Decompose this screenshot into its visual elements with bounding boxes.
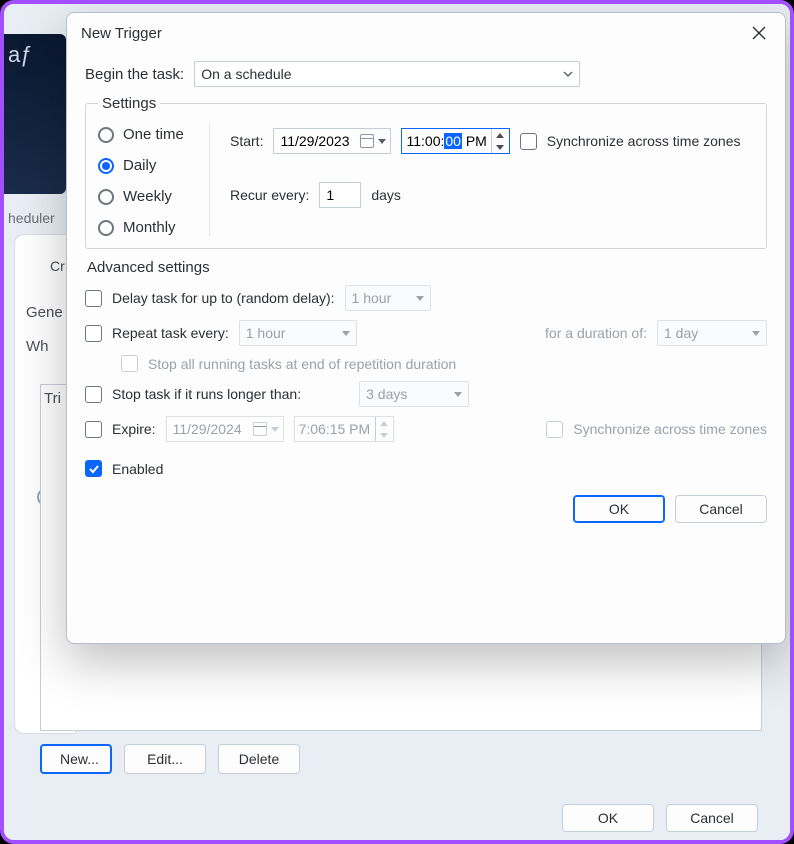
check-icon (88, 463, 100, 475)
spin-up-icon (380, 421, 388, 426)
chevron-down-icon (454, 392, 462, 397)
radio-icon (98, 158, 114, 174)
radio-icon (98, 220, 114, 236)
expire-date-input[interactable] (171, 420, 249, 438)
background-dark-panel: aƒ (4, 34, 66, 194)
dialog-title: New Trigger (81, 25, 162, 42)
radio-label: One time (123, 126, 184, 143)
chevron-down-icon (563, 69, 573, 79)
stop-label: Stop task if it runs longer than: (112, 386, 301, 402)
delay-checkbox[interactable] (85, 290, 102, 307)
radio-icon (98, 127, 114, 143)
expire-time-picker[interactable]: 7:06:15 PM (294, 416, 394, 442)
chevron-down-icon (271, 427, 279, 432)
background-text: Wh (26, 338, 49, 355)
duration-combo[interactable]: 1 day (657, 320, 767, 346)
calendar-icon (360, 134, 374, 148)
background-text: heduler (4, 204, 66, 234)
ok-button[interactable]: OK (573, 495, 665, 523)
calendar-icon (253, 422, 267, 436)
begin-task-value: On a schedule (201, 66, 291, 82)
radio-icon (98, 189, 114, 205)
recur-unit: days (371, 187, 401, 203)
enabled-checkbox[interactable] (85, 460, 102, 477)
time-ampm: PM (462, 133, 491, 149)
recur-input[interactable] (319, 182, 361, 208)
radio-weekly[interactable]: Weekly (98, 188, 209, 205)
chevron-down-icon (378, 139, 386, 144)
radio-label: Weekly (123, 188, 172, 205)
radio-one-time[interactable]: One time (98, 126, 209, 143)
repeat-label: Repeat task every: (112, 325, 229, 341)
frequency-options: One time Daily Weekly Monthly (98, 122, 210, 236)
background-tab: Gene (26, 304, 63, 321)
enabled-label: Enabled (112, 461, 163, 477)
sync-tz2-checkbox (546, 421, 563, 438)
close-icon (752, 26, 766, 40)
spin-down-icon (496, 145, 504, 150)
delay-label: Delay task for up to (random delay): (112, 290, 335, 306)
background-text: Cr (50, 258, 65, 274)
stopall-checkbox (121, 355, 138, 372)
radio-label: Monthly (123, 219, 176, 236)
delay-combo[interactable]: 1 hour (345, 285, 431, 311)
chevron-down-icon (752, 331, 760, 336)
start-date-input[interactable] (278, 132, 356, 150)
recur-label: Recur every: (230, 187, 309, 203)
repeat-checkbox[interactable] (85, 325, 102, 342)
edit-button-bg[interactable]: Edit... (124, 744, 206, 774)
spin-up-icon (496, 133, 504, 138)
duration-value: 1 day (664, 325, 698, 341)
close-button[interactable] (743, 19, 775, 47)
begin-task-label: Begin the task: (85, 66, 184, 83)
cancel-button-bg[interactable]: Cancel (666, 804, 758, 832)
expire-label: Expire: (112, 421, 156, 437)
spin-down-icon (380, 433, 388, 438)
cancel-button[interactable]: Cancel (675, 495, 767, 523)
time-hours: 11:00: (406, 133, 444, 149)
chevron-down-icon (342, 331, 350, 336)
advanced-settings-label: Advanced settings (87, 259, 767, 276)
delete-button-bg[interactable]: Delete (218, 744, 300, 774)
ok-button-bg[interactable]: OK (562, 804, 654, 832)
radio-label: Daily (123, 157, 156, 174)
sync-tz-checkbox[interactable] (520, 133, 537, 150)
repeat-combo[interactable]: 1 hour (239, 320, 357, 346)
chevron-down-icon (416, 296, 424, 301)
radio-daily[interactable]: Daily (98, 157, 209, 174)
start-time-picker[interactable]: 11:00:00 PM (401, 128, 509, 154)
start-date-picker[interactable] (273, 128, 391, 154)
stop-combo[interactable]: 3 days (359, 381, 469, 407)
time-seconds-selected: 00 (444, 133, 462, 149)
settings-group: Settings One time Daily Weekly Monthly S… (85, 95, 767, 249)
start-label: Start: (230, 133, 263, 149)
radio-monthly[interactable]: Monthly (98, 219, 209, 236)
time-spinner[interactable] (491, 129, 509, 153)
new-button-bg[interactable]: New... (40, 744, 112, 774)
expire-date-picker[interactable] (166, 416, 284, 442)
new-trigger-dialog: New Trigger Begin the task: On a schedul… (66, 12, 786, 644)
expire-checkbox[interactable] (85, 421, 102, 438)
delay-value: 1 hour (352, 290, 392, 306)
duration-label: for a duration of: (545, 325, 647, 341)
stopall-label: Stop all running tasks at end of repetit… (148, 356, 456, 372)
sync-tz2-label: Synchronize across time zones (573, 421, 767, 437)
begin-task-select[interactable]: On a schedule (194, 61, 580, 87)
background-text: Tri (44, 390, 61, 407)
sync-tz-label: Synchronize across time zones (547, 133, 741, 149)
time-spinner[interactable] (375, 417, 393, 441)
expire-time-value: 7:06:15 PM (299, 421, 371, 437)
settings-legend: Settings (98, 95, 160, 112)
stop-value: 3 days (366, 386, 407, 402)
stop-checkbox[interactable] (85, 386, 102, 403)
repeat-value: 1 hour (246, 325, 286, 341)
